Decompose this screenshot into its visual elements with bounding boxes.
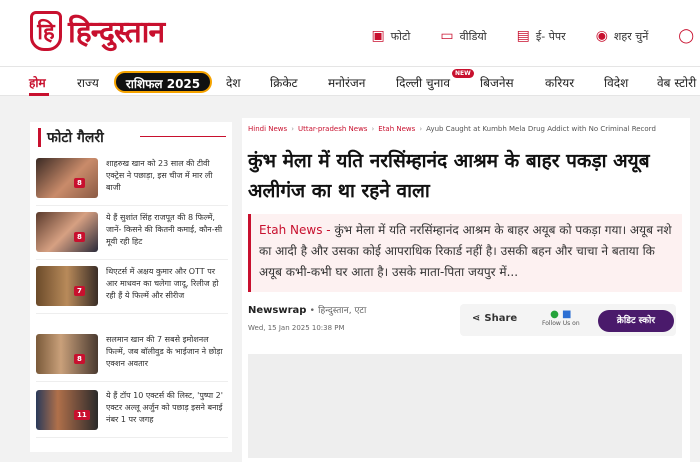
- gallery-thumbnail[interactable]: [36, 158, 98, 198]
- ad-placeholder: [248, 354, 682, 458]
- gallery-item[interactable]: 8 शाहरुख खान को 23 साल की टीवी एक्ट्रेस …: [36, 156, 228, 206]
- header-link-user[interactable]: ◯: [678, 28, 700, 44]
- photo-count-badge: 7: [74, 286, 85, 296]
- new-badge: NEW: [452, 69, 474, 78]
- photo-count-badge: 11: [74, 410, 90, 420]
- header-link-label: फोटो: [390, 29, 411, 43]
- gallery-item-title[interactable]: ये हैं सुशांत सिंह राजपूत की 8 फिल्में, …: [106, 212, 228, 248]
- header-link-label: वीडियो: [459, 29, 487, 43]
- nav-item-cricket[interactable]: क्रिकेट: [270, 74, 298, 91]
- logo-mark: हि: [30, 10, 62, 51]
- location-icon: ◉: [595, 28, 608, 44]
- breadcrumb: Hindi News › Uttar-pradesh News › Etah News ›…: [248, 125, 656, 133]
- nav-item-world[interactable]: विदेश: [604, 74, 628, 91]
- photo-count-badge: 8: [74, 232, 85, 242]
- share-bar: ⋖ Share ● ■ Follow Us on क्रेडिट स्कोर: [460, 304, 676, 336]
- breadcrumb-current: Ayub Caught at Kumbh Mela Drug Addict wi…: [426, 125, 656, 133]
- nav-item-home[interactable]: होम: [29, 74, 46, 91]
- share-label: Share: [484, 313, 518, 324]
- share-icon: ⋖: [472, 313, 481, 324]
- gallery-item[interactable]: 11 ये हैं टॉप 10 एक्टर्स की लिस्ट, 'पुष्…: [36, 388, 228, 438]
- publish-date: Wed, 15 Jan 2025 10:38 PM: [248, 324, 345, 332]
- nav-item-business[interactable]: बिजनेस: [480, 74, 514, 91]
- gallery-item[interactable]: 8 ये हैं सुशांत सिंह राजपूत की 8 फिल्में…: [36, 210, 228, 260]
- breadcrumb-link[interactable]: Etah News: [378, 125, 415, 133]
- main-nav: होम राज्य राशिफल 2025 देश क्रिकेट मनोरंज…: [0, 66, 700, 96]
- header-links: ▣ फोटो ▭ वीडियो ▤ ई- पेपर ◉ शहर चुनें ◯: [371, 28, 700, 44]
- site-logo[interactable]: हि हिन्दुस्तान: [30, 10, 165, 51]
- credit-score-button[interactable]: क्रेडिट स्कोर: [598, 310, 674, 332]
- header-link-video[interactable]: ▭ वीडियो: [440, 28, 486, 44]
- google-news-icon[interactable]: ■: [562, 309, 571, 320]
- user-icon: ◯: [678, 28, 694, 44]
- header-link-label: ई- पेपर: [535, 29, 566, 43]
- nav-item-web-story[interactable]: वेब स्टोरी: [657, 74, 696, 91]
- gallery-divider: [140, 136, 226, 137]
- gallery-item-title[interactable]: ये हैं टॉप 10 एक्टर्स की लिस्ट, 'पुष्पा …: [106, 390, 228, 426]
- site-header: हि हिन्दुस्तान ▣ फोटो ▭ वीडियो ▤ ई- पेपर…: [0, 0, 700, 66]
- nav-item-country[interactable]: देश: [226, 74, 241, 91]
- video-icon: ▭: [440, 28, 454, 44]
- breadcrumb-link[interactable]: Uttar-pradesh News: [298, 125, 367, 133]
- photo-icon: ▣: [371, 28, 385, 44]
- gallery-item-title[interactable]: सलमान खान की 7 सबसे इमोशनल फिल्में, जब ब…: [106, 334, 228, 370]
- author-name[interactable]: Newswrap: [248, 305, 306, 316]
- article-summary: Etah News - कुंभ मेला में यति नरसिंम्हान…: [248, 214, 682, 292]
- header-link-photo[interactable]: ▣ फोटो: [371, 28, 410, 44]
- gallery-title: फोटो गैलरी: [38, 128, 104, 147]
- breadcrumb-separator: ›: [291, 125, 294, 133]
- breadcrumb-link[interactable]: Hindi News: [248, 125, 287, 133]
- epaper-icon: ▤: [516, 28, 530, 44]
- nav-item-entertainment[interactable]: मनोरंजन: [328, 74, 365, 91]
- gallery-item[interactable]: 8 सलमान खान की 7 सबसे इमोशनल फिल्में, जब…: [36, 332, 228, 382]
- follow-label: Follow Us on: [542, 320, 580, 327]
- article-headline: कुंभ मेला में यति नरसिंम्हानंद आश्रम के …: [248, 150, 650, 202]
- nav-item-career[interactable]: करियर: [545, 74, 574, 91]
- breadcrumb-separator: ›: [371, 125, 375, 133]
- logo-text: हिन्दुस्तान: [68, 15, 165, 50]
- byline: Newswrap • हिन्दुस्तान, एटा: [248, 303, 366, 316]
- header-link-epaper[interactable]: ▤ ई- पेपर: [517, 28, 566, 44]
- follow-us[interactable]: ● ■ Follow Us on: [542, 309, 580, 327]
- gallery-thumbnail[interactable]: [36, 334, 98, 374]
- whatsapp-icon[interactable]: ●: [550, 309, 559, 320]
- header-link-city[interactable]: ◉ शहर चुनें: [596, 28, 649, 44]
- author-location: हिन्दुस्तान, एटा: [318, 306, 367, 316]
- share-button[interactable]: ⋖ Share: [472, 313, 517, 324]
- gallery-thumbnail[interactable]: [36, 266, 98, 306]
- pen-icon: •: [309, 306, 315, 316]
- follow-icons: ● ■: [542, 309, 580, 320]
- photo-count-badge: 8: [74, 178, 85, 188]
- gallery-item-title[interactable]: थिएटर्स में अक्षय कुमार और OTT पर आर माध…: [106, 266, 228, 302]
- gallery-item-title[interactable]: शाहरुख खान को 23 साल की टीवी एक्ट्रेस ने…: [106, 158, 228, 194]
- article-main: Hindi News › Uttar-pradesh News › Etah News ›…: [242, 118, 690, 462]
- summary-source: Etah News -: [259, 223, 335, 237]
- header-link-label: शहर चुनें: [613, 29, 649, 43]
- gallery-thumbnail[interactable]: [36, 212, 98, 252]
- nav-item-delhi-election[interactable]: दिल्ली चुनाव: [396, 74, 450, 91]
- photo-gallery: फोटो गैलरी 8 शाहरुख खान को 23 साल की टीव…: [30, 122, 232, 452]
- photo-count-badge: 8: [74, 354, 85, 364]
- nav-item-states[interactable]: राज्य: [77, 74, 99, 91]
- gallery-item[interactable]: 7 थिएटर्स में अक्षय कुमार और OTT पर आर म…: [36, 264, 228, 314]
- nav-item-rashifal[interactable]: राशिफल 2025: [114, 71, 212, 93]
- nav-active-indicator: [29, 93, 49, 96]
- breadcrumb-separator: ›: [419, 125, 423, 133]
